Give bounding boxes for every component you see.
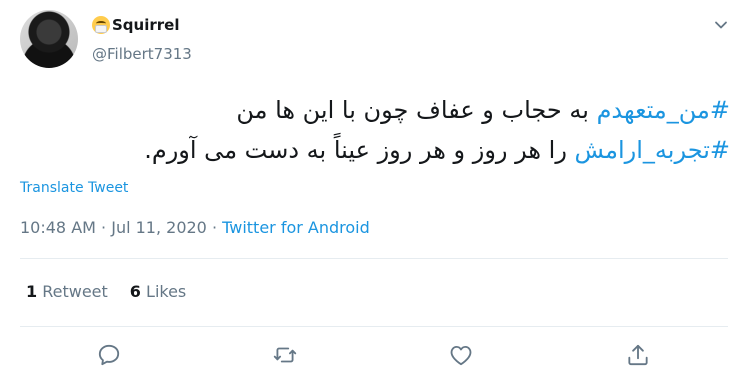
display-name[interactable]: Squirrel: [112, 16, 179, 34]
translate-tweet-link[interactable]: Translate Tweet: [20, 180, 128, 196]
tweet-stats: 1 Retweet 6 Likes: [26, 282, 186, 301]
divider: [20, 326, 728, 327]
tweet-source-link[interactable]: Twitter for Android: [222, 218, 370, 237]
retweet-count: 1: [26, 282, 38, 301]
avatar[interactable]: [20, 10, 78, 68]
retweet-icon[interactable]: [272, 342, 298, 368]
tweet-card: Squirrel @Filbert7313 #من_متعهدم به حجاب…: [0, 0, 748, 383]
like-icon[interactable]: [448, 342, 474, 368]
hashtag-link[interactable]: #من_متعهدم: [597, 96, 730, 124]
retweet-stat[interactable]: 1 Retweet: [26, 282, 108, 301]
user-handle[interactable]: @Filbert7313: [92, 45, 192, 63]
like-count: 6: [129, 282, 141, 301]
likes-label: Likes: [140, 282, 187, 301]
tweet-line-1: #من_متعهدم به حجاب و عفاف چون با این ها …: [20, 90, 730, 130]
tweet-text-segment: را هر روز و هر روز عیناً به دست می آورم.: [144, 136, 575, 164]
tweet-text: #من_متعهدم به حجاب و عفاف چون با این ها …: [20, 90, 730, 170]
divider: [20, 258, 728, 259]
reply-icon[interactable]: [96, 342, 122, 368]
meta-separator: ·: [206, 218, 223, 237]
meta-separator: ·: [95, 218, 112, 237]
tweet-meta: 10:48 AM · Jul 11, 2020 · Twitter for An…: [20, 218, 370, 237]
tweet-actions: [0, 340, 748, 370]
tweet-line-2: #تجربه_ارامش را هر روز و هر روز عیناً به…: [20, 130, 730, 170]
share-icon[interactable]: [625, 342, 651, 368]
retweet-label: Retweet: [37, 282, 108, 301]
tweet-text-segment: به حجاب و عفاف چون با این ها من: [236, 96, 597, 124]
display-name-row[interactable]: Squirrel: [92, 14, 179, 36]
likes-stat[interactable]: 6 Likes: [130, 282, 186, 301]
face-with-medical-mask-icon: [92, 16, 110, 34]
hashtag-link[interactable]: #تجربه_ارامش: [575, 136, 730, 164]
tweet-date[interactable]: Jul 11, 2020: [111, 218, 207, 237]
chevron-down-icon[interactable]: [714, 18, 728, 32]
tweet-time[interactable]: 10:48 AM: [20, 218, 96, 237]
